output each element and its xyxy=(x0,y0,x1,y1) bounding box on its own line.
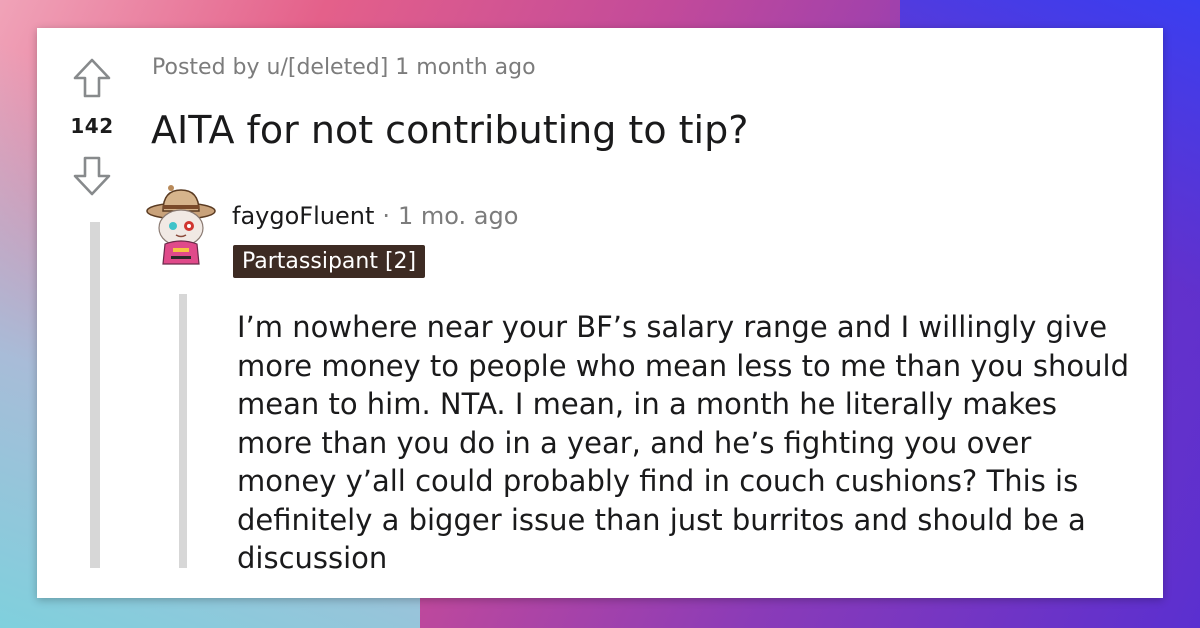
comment-header: faygoFluent · 1 mo. ago xyxy=(232,202,518,230)
comment-collapse-line[interactable] xyxy=(179,294,187,568)
comment-timestamp[interactable]: 1 mo. ago xyxy=(398,202,518,230)
thread-collapse-line[interactable] xyxy=(90,222,100,568)
comment-body: I’m nowhere near your BF’s salary range … xyxy=(237,310,1129,575)
user-flair-badge: Partassipant [2] xyxy=(233,245,426,278)
arrow-up-icon xyxy=(73,58,111,98)
meta-separator: · xyxy=(382,202,390,230)
arrow-down-icon xyxy=(73,156,111,196)
upvote-button[interactable] xyxy=(70,56,114,100)
post-card: 142 Posted by u/[deleted] 1 month ago AI… xyxy=(37,28,1163,598)
comment-author-link[interactable]: faygoFluent xyxy=(232,202,374,230)
snoo-cowboy-avatar xyxy=(146,185,216,265)
post-title[interactable]: AITA for not contributing to tip? xyxy=(151,108,748,152)
downvote-button[interactable] xyxy=(70,154,114,198)
post-meta: Posted by u/[deleted] 1 month ago xyxy=(152,55,536,80)
avatar[interactable] xyxy=(145,178,217,268)
vote-column: 142 xyxy=(67,56,117,198)
vote-count: 142 xyxy=(70,114,114,138)
